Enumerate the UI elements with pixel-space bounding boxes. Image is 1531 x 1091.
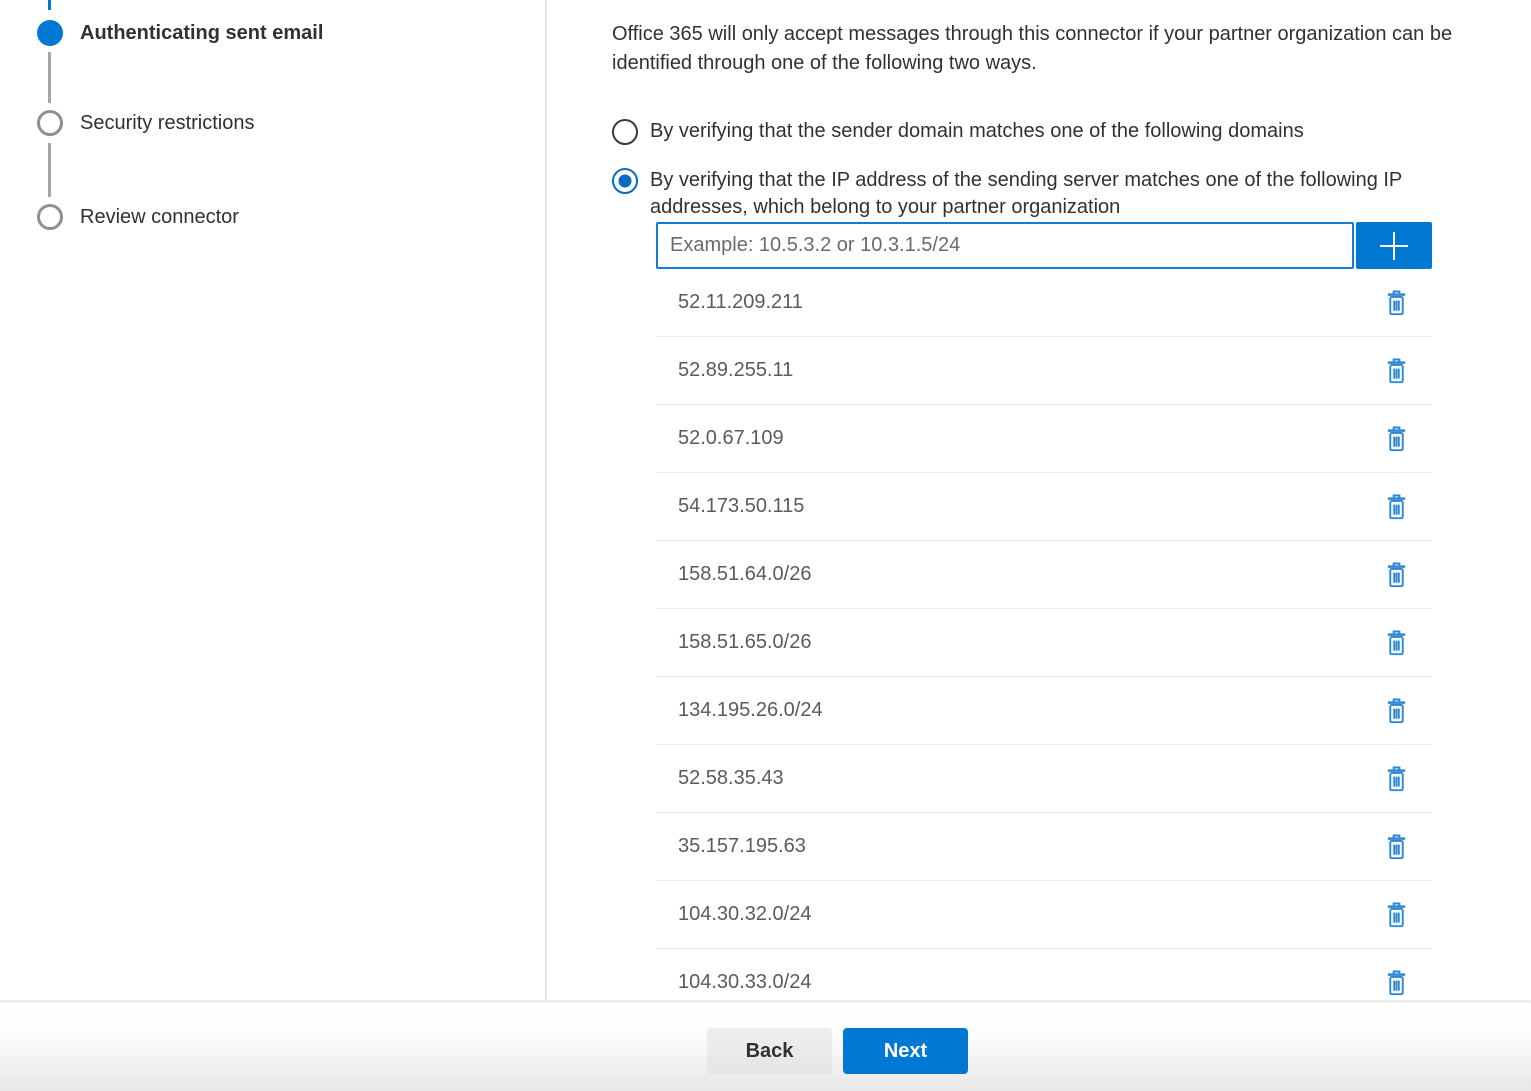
ip-address-value: 52.58.35.43 bbox=[678, 767, 784, 790]
trash-icon bbox=[1385, 902, 1408, 928]
ip-address-input[interactable] bbox=[656, 222, 1354, 269]
radio-option-sender-domain[interactable]: By verifying that the sender domain matc… bbox=[612, 118, 1304, 145]
wizard-stepper: Authenticating sent email Security restr… bbox=[0, 0, 545, 1002]
step-connector bbox=[48, 0, 51, 10]
delete-ip-button[interactable] bbox=[1380, 423, 1413, 455]
trash-icon bbox=[1385, 970, 1408, 996]
ip-list-item: 35.157.195.63 bbox=[656, 813, 1432, 881]
step-label: Authenticating sent email bbox=[80, 22, 323, 45]
step-circle-icon bbox=[37, 110, 63, 136]
ip-list-item: 54.173.50.115 bbox=[656, 473, 1432, 541]
ip-address-value: 54.173.50.115 bbox=[678, 495, 804, 518]
ip-address-value: 52.89.255.11 bbox=[678, 359, 793, 382]
page-description: Office 365 will only accept messages thr… bbox=[612, 20, 1528, 78]
radio-option-label: By verifying that the IP address of the … bbox=[650, 167, 1498, 221]
ip-list-item: 158.51.65.0/26 bbox=[656, 609, 1432, 677]
trash-icon bbox=[1385, 630, 1408, 656]
vertical-divider bbox=[545, 0, 547, 1002]
radio-unselected-icon bbox=[612, 119, 638, 145]
step-active-circle-icon bbox=[37, 20, 63, 46]
ip-address-value: 104.30.33.0/24 bbox=[678, 971, 811, 994]
delete-ip-button[interactable] bbox=[1380, 695, 1413, 727]
trash-icon bbox=[1385, 358, 1408, 384]
ip-list-item: 134.195.26.0/24 bbox=[656, 677, 1432, 745]
step-label: Security restrictions bbox=[80, 112, 255, 135]
ip-address-value: 158.51.64.0/26 bbox=[678, 563, 811, 586]
delete-ip-button[interactable] bbox=[1380, 831, 1413, 863]
ip-address-value: 134.195.26.0/24 bbox=[678, 699, 823, 722]
ip-list-item: 52.0.67.109 bbox=[656, 405, 1432, 473]
step-circle-icon bbox=[37, 204, 63, 230]
wizard-footer: Back Next bbox=[0, 1000, 1531, 1091]
ip-address-list: 52.11.209.211 52.89.255.11 52.0.67.109 5… bbox=[656, 269, 1432, 1002]
delete-ip-button[interactable] bbox=[1380, 899, 1413, 931]
ip-list-item: 104.30.32.0/24 bbox=[656, 881, 1432, 949]
trash-icon bbox=[1385, 426, 1408, 452]
radio-option-label: By verifying that the sender domain matc… bbox=[650, 118, 1304, 145]
trash-icon bbox=[1385, 290, 1408, 316]
delete-ip-button[interactable] bbox=[1380, 355, 1413, 387]
step-label: Review connector bbox=[80, 206, 239, 229]
delete-ip-button[interactable] bbox=[1380, 627, 1413, 659]
step-connector bbox=[48, 143, 51, 197]
delete-ip-button[interactable] bbox=[1380, 491, 1413, 523]
delete-ip-button[interactable] bbox=[1380, 559, 1413, 591]
back-button[interactable]: Back bbox=[707, 1028, 832, 1074]
trash-icon bbox=[1385, 698, 1408, 724]
delete-ip-button[interactable] bbox=[1380, 287, 1413, 319]
add-ip-button[interactable] bbox=[1356, 222, 1432, 269]
delete-ip-button[interactable] bbox=[1380, 967, 1413, 999]
ip-list-item: 158.51.64.0/26 bbox=[656, 541, 1432, 609]
ip-list-item: 52.58.35.43 bbox=[656, 745, 1432, 813]
step-authenticating-sent-email[interactable]: Authenticating sent email bbox=[37, 20, 323, 46]
trash-icon bbox=[1385, 766, 1408, 792]
ip-list-item: 52.89.255.11 bbox=[656, 337, 1432, 405]
ip-address-value: 104.30.32.0/24 bbox=[678, 903, 811, 926]
step-security-restrictions[interactable]: Security restrictions bbox=[37, 110, 255, 136]
ip-list-item: 52.11.209.211 bbox=[656, 269, 1432, 337]
trash-icon bbox=[1385, 494, 1408, 520]
step-review-connector[interactable]: Review connector bbox=[37, 204, 239, 230]
next-button[interactable]: Next bbox=[843, 1028, 968, 1074]
trash-icon bbox=[1385, 562, 1408, 588]
trash-icon bbox=[1385, 834, 1408, 860]
ip-address-value: 35.157.195.63 bbox=[678, 835, 806, 858]
delete-ip-button[interactable] bbox=[1380, 763, 1413, 795]
ip-address-value: 52.11.209.211 bbox=[678, 291, 803, 314]
ip-list-item: 104.30.33.0/24 bbox=[656, 949, 1432, 1002]
plus-icon bbox=[1380, 232, 1408, 260]
ip-address-value: 158.51.65.0/26 bbox=[678, 631, 811, 654]
radio-option-ip-address[interactable]: By verifying that the IP address of the … bbox=[612, 167, 1498, 221]
step-connector bbox=[48, 52, 51, 103]
radio-selected-icon bbox=[612, 168, 638, 194]
ip-address-value: 52.0.67.109 bbox=[678, 427, 784, 450]
